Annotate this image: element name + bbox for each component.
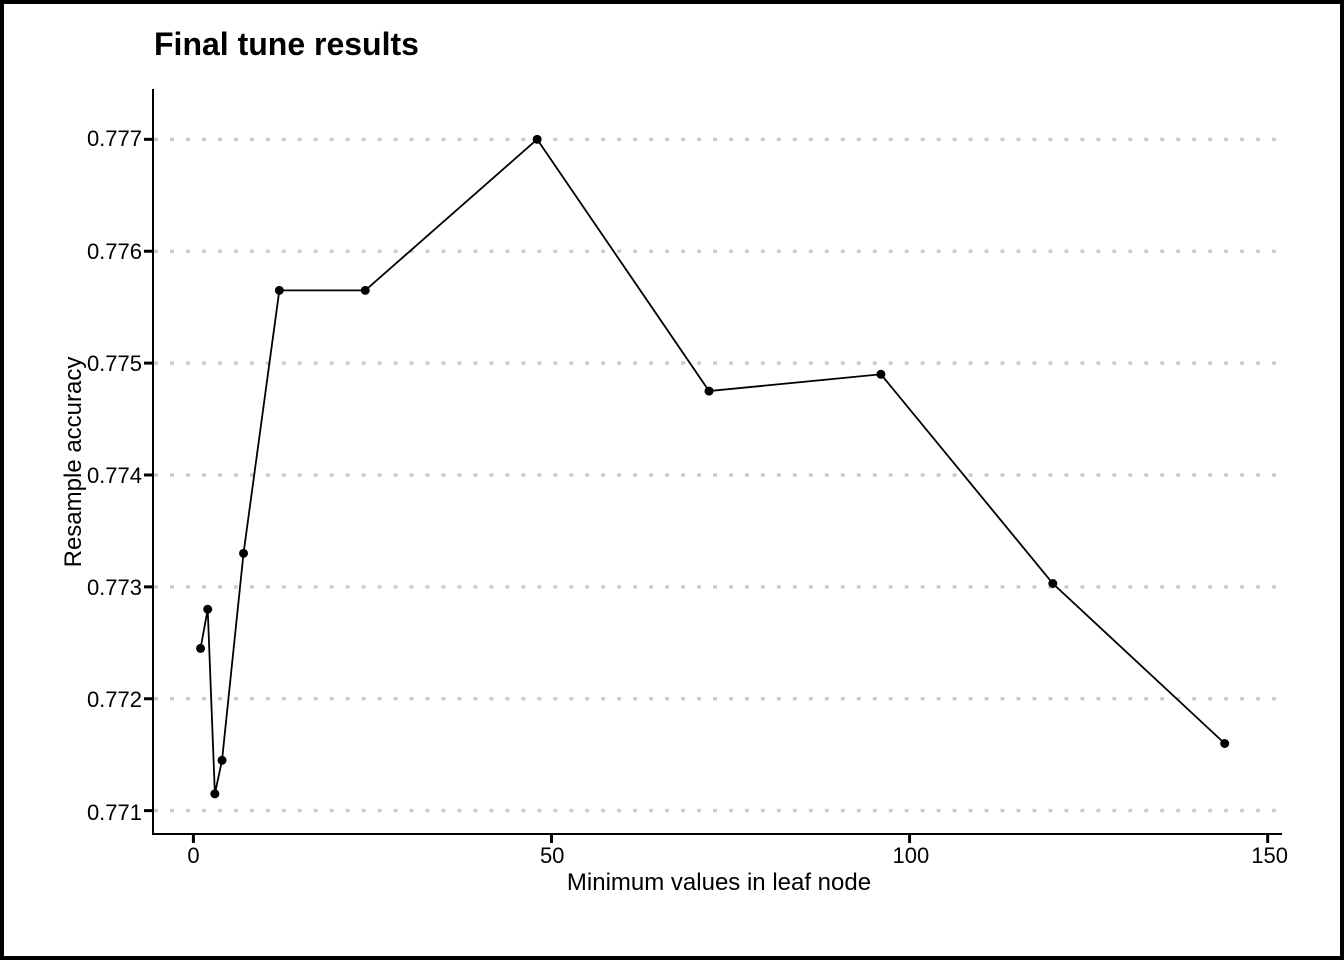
series-line: [201, 139, 1225, 793]
y-tick-label: 0.773: [82, 575, 142, 601]
x-tick-label: 100: [893, 843, 930, 869]
data-point: [1048, 579, 1057, 588]
x-tick-label: 50: [540, 843, 564, 869]
data-point: [533, 135, 542, 144]
data-point: [361, 286, 370, 295]
x-tick-label: 0: [187, 843, 199, 869]
plot-svg: [154, 89, 1282, 833]
y-axis-label: Resample accuracy: [59, 89, 89, 835]
grid-lines: [154, 139, 1282, 810]
y-tick-label: 0.772: [82, 687, 142, 713]
data-point: [218, 756, 227, 765]
x-tick-label: 150: [1251, 843, 1288, 869]
data-point: [210, 789, 219, 798]
line-series: [196, 135, 1229, 798]
data-point: [203, 605, 212, 614]
data-point: [1220, 739, 1229, 748]
y-tick-label: 0.777: [82, 126, 142, 152]
axis-ticks: [144, 139, 1268, 843]
data-point: [275, 286, 284, 295]
chart-title: Final tune results: [154, 26, 419, 63]
y-tick-label: 0.774: [82, 463, 142, 489]
y-axis-label-text: Resample accuracy: [60, 357, 88, 568]
data-point: [705, 387, 714, 396]
data-point: [196, 644, 205, 653]
data-point: [876, 370, 885, 379]
plot-area: Minimum values in leaf node Resample acc…: [152, 89, 1282, 835]
y-tick-label: 0.776: [82, 239, 142, 265]
y-tick-label: 0.775: [82, 351, 142, 377]
x-axis-label: Minimum values in leaf node: [154, 869, 1284, 897]
y-tick-label: 0.771: [82, 800, 142, 826]
data-point: [239, 549, 248, 558]
chart-frame: Final tune results Minimum values in lea…: [0, 0, 1344, 960]
